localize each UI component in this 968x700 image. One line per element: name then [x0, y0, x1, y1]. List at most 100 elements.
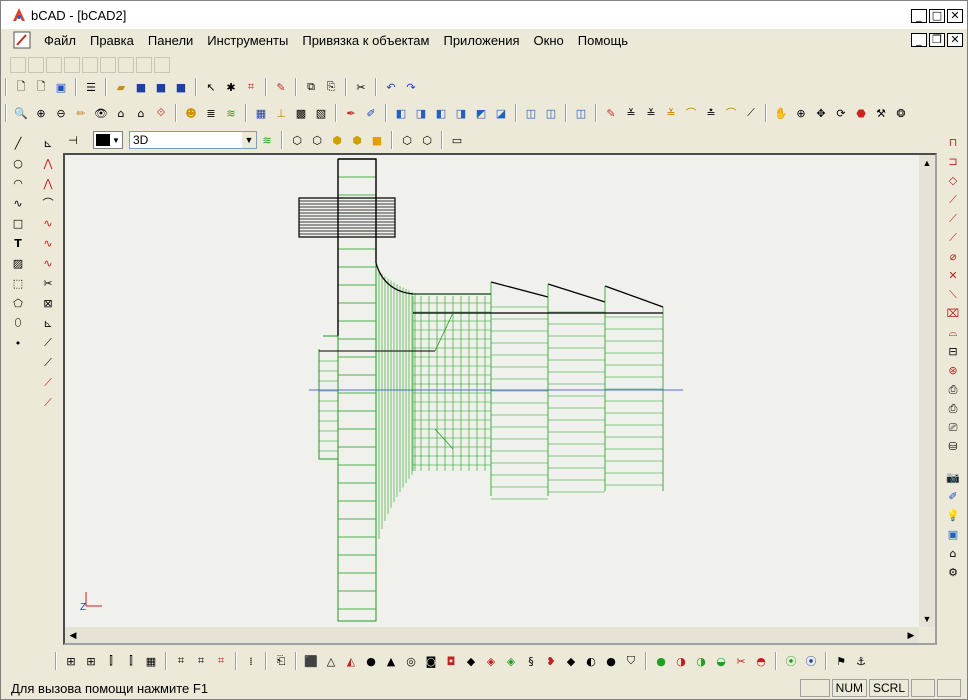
render-mode-icon[interactable]: ■	[369, 132, 385, 148]
shell-icon[interactable]: ◆	[563, 653, 579, 669]
zoom-in-icon[interactable]: ⊕	[33, 105, 49, 121]
zoom-realtime-icon[interactable]: ⊕	[793, 105, 809, 121]
intersect-icon[interactable]: ◑	[693, 653, 709, 669]
cube-2-icon[interactable]: ⬡	[419, 132, 435, 148]
sweep-icon[interactable]: ◈	[503, 653, 519, 669]
pan-hand-icon[interactable]: ✋	[773, 105, 789, 121]
light-pen-icon[interactable]: ✐	[945, 488, 961, 505]
new-window-icon[interactable]: 🗋	[33, 79, 49, 95]
document-icon[interactable]	[13, 31, 31, 49]
rectangle-icon[interactable]: □	[10, 214, 26, 232]
break-2-icon[interactable]: ⟋	[40, 394, 56, 412]
layer-stack-icon[interactable]: ≋	[223, 105, 239, 121]
scroll-right-icon[interactable]: ▶	[903, 627, 919, 643]
extrude-icon[interactable]: ◆	[463, 653, 479, 669]
layers-icon[interactable]: ≣	[203, 105, 219, 121]
arc-icon[interactable]: ◠	[10, 174, 26, 192]
surface-5-icon[interactable]: ≛	[703, 105, 719, 121]
bulb-icon[interactable]: 💡	[945, 507, 961, 524]
image-icon[interactable]: ▩	[293, 105, 309, 121]
undo-icon[interactable]: ↶	[383, 79, 399, 95]
chevron-down-icon[interactable]: ▼	[242, 132, 256, 148]
model-canvas[interactable]: Z	[65, 155, 919, 627]
surface-3-icon[interactable]: ≚	[663, 105, 679, 121]
save-as-icon[interactable]: ■	[153, 79, 169, 95]
snap-mid-icon[interactable]: ⊐	[945, 153, 961, 170]
open-folder-icon[interactable]: ▰	[113, 79, 129, 95]
maximize-button[interactable]: □	[929, 9, 945, 23]
offset-2-icon[interactable]: ∿	[40, 234, 56, 252]
chamfer-2-icon[interactable]: ⋀	[40, 174, 56, 192]
layer-manager-icon[interactable]: ☻	[183, 105, 199, 121]
wedge-icon[interactable]: ◭	[343, 653, 359, 669]
scissors-icon[interactable]: ✂	[40, 274, 56, 292]
camera-icon[interactable]: 📷	[945, 469, 961, 486]
trim-icon[interactable]: ⊾	[40, 134, 56, 152]
surface-2-icon[interactable]: ≚	[643, 105, 659, 121]
shaded-edges-icon[interactable]: ⬢	[349, 132, 365, 148]
cone-icon[interactable]: ▲	[383, 653, 399, 669]
pencil-icon[interactable]: ✏	[73, 105, 89, 121]
group-icon[interactable]: ⌗	[173, 653, 189, 669]
snap-quad-icon[interactable]: ⟋	[945, 210, 961, 227]
database-icon[interactable]: ⛁	[945, 438, 961, 455]
cylinder-icon[interactable]: ◙	[423, 653, 439, 669]
line-icon[interactable]: ╱	[10, 134, 26, 152]
torus-icon[interactable]: ◎	[403, 653, 419, 669]
block-icon[interactable]: ▦	[143, 653, 159, 669]
offset-3-icon[interactable]: ∿	[40, 254, 56, 272]
snap-end-icon[interactable]: ⊓	[945, 134, 961, 151]
loft-icon[interactable]: §	[523, 653, 539, 669]
printer-icon[interactable]: ⎙	[945, 381, 961, 398]
camera-move-icon[interactable]: ⌂	[113, 105, 129, 121]
new-file-icon[interactable]: 🗋	[13, 79, 29, 95]
select-window-icon[interactable]: ⌗	[243, 79, 259, 95]
section-icon[interactable]: ⛉	[623, 653, 639, 669]
doc-minimize-button[interactable]: _	[911, 33, 927, 47]
layer-toggle-icon[interactable]: ≋	[259, 132, 275, 148]
snap-tangent-icon[interactable]: ✕	[945, 267, 961, 284]
ellipse-icon[interactable]: ⬯	[10, 314, 26, 332]
fillet-3d-icon[interactable]: ◐	[583, 653, 599, 669]
subtract-icon[interactable]: ◑	[673, 653, 689, 669]
boolean-icon[interactable]: ◓	[753, 653, 769, 669]
menu-snap[interactable]: Привязка к объектам	[295, 33, 436, 48]
text-icon[interactable]: T	[10, 234, 26, 252]
sphere-icon[interactable]: ●	[363, 653, 379, 669]
snap-apparent-icon[interactable]: ⌧	[945, 305, 961, 322]
spline-icon[interactable]: ∿	[10, 194, 26, 212]
view-front-icon[interactable]: ◧	[393, 105, 409, 121]
wireframe-icon[interactable]: ⬡	[289, 132, 305, 148]
render-icon[interactable]: ❂	[893, 105, 909, 121]
snap-perp-icon[interactable]: ⌀	[945, 248, 961, 265]
view-iso-icon[interactable]: ◫	[523, 105, 539, 121]
menu-edit[interactable]: Правка	[83, 33, 141, 48]
display-icon[interactable]: ▭	[449, 132, 465, 148]
zoom-window-icon[interactable]: 🔍	[13, 105, 29, 121]
polygon-icon[interactable]: ⬠	[10, 294, 26, 312]
snap-near-icon[interactable]: ⟍	[945, 286, 961, 303]
mirror-icon[interactable]: ⫿	[103, 653, 119, 669]
ortho-icon[interactable]: ⊥	[273, 105, 289, 121]
pin-icon[interactable]: ⊣	[65, 132, 81, 148]
hammer-icon[interactable]: ⚒	[873, 105, 889, 121]
surface-7-icon[interactable]: ⟋	[743, 105, 759, 121]
view-top-icon[interactable]: ◩	[473, 105, 489, 121]
surface-6-icon[interactable]: ⌒	[723, 105, 739, 121]
eye-icon[interactable]: 👁	[93, 105, 109, 121]
helix-icon[interactable]: ❥	[543, 653, 559, 669]
hide-view-icon[interactable]: ⌂	[133, 105, 149, 121]
zoom-out-icon[interactable]: ⊖	[53, 105, 69, 121]
vantage-icon[interactable]: ⟐	[153, 105, 169, 121]
scroll-left-icon[interactable]: ◀	[65, 627, 81, 643]
pyramid-icon[interactable]: △	[323, 653, 339, 669]
vertical-scrollbar[interactable]: ▲ ▼	[919, 155, 935, 627]
picture-icon[interactable]: ▧	[313, 105, 329, 121]
scroll-down-icon[interactable]: ▼	[919, 611, 935, 627]
select-points-icon[interactable]: ✱	[223, 79, 239, 95]
mirror-2-icon[interactable]: ⫿	[123, 653, 139, 669]
anchor-icon[interactable]: ⚓	[853, 653, 869, 669]
color-picker[interactable]: ▼	[93, 131, 123, 149]
fillet-icon[interactable]: ⌒	[40, 194, 56, 212]
layers-stack-icon[interactable]: ⎚	[945, 419, 961, 436]
